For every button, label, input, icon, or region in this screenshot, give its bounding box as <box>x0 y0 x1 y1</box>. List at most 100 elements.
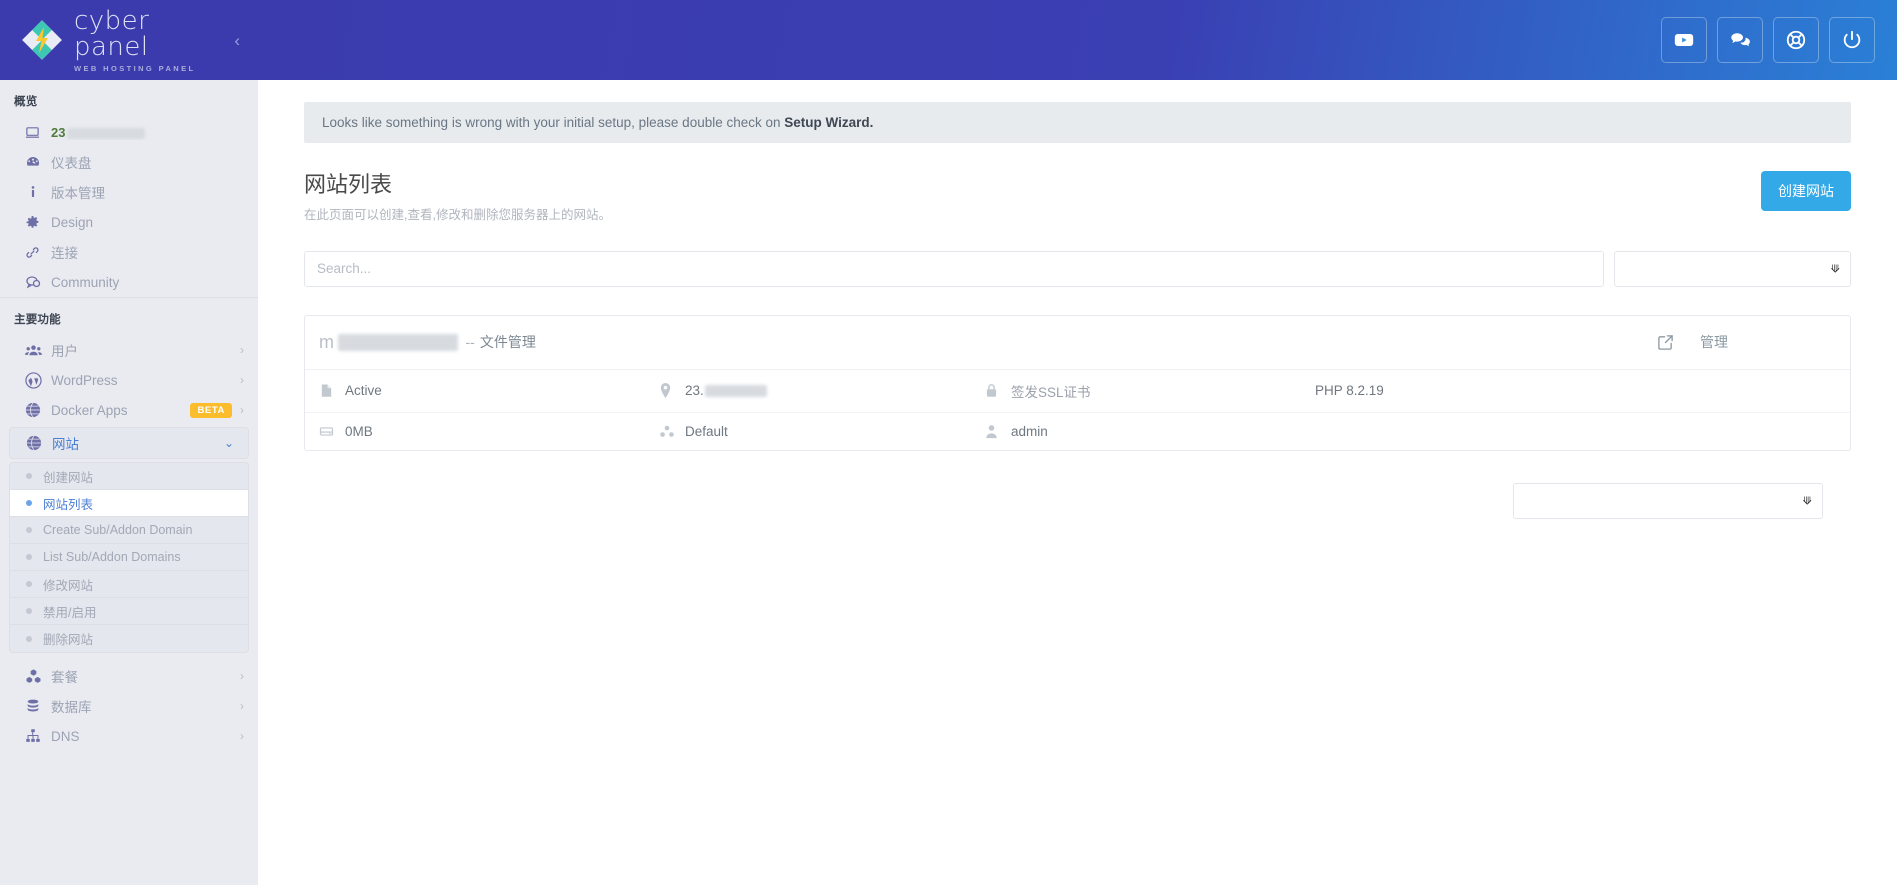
website-ip-cell: 23. <box>659 383 985 398</box>
sidebar-subitem-label: 修改网站 <box>43 575 93 594</box>
file-manager-link[interactable]: 文件管理 <box>480 332 536 352</box>
sidebar-item-label: DNS <box>51 729 240 744</box>
website-card-header: m -- 文件管理 管理 <box>305 316 1850 370</box>
website-disk-cell: 0MB <box>319 424 659 439</box>
sidebar-subitem-list-websites[interactable]: 网站列表 <box>10 490 248 517</box>
filter-row: ⟱ <box>304 251 1851 287</box>
sidebar-item-label: 版本管理 <box>51 182 244 202</box>
package-icon <box>659 424 685 439</box>
sidebar-item-label: 23 <box>51 125 244 140</box>
website-package-cell: Default <box>659 424 985 439</box>
sidebar-item-docker-apps[interactable]: Docker Apps BETA › <box>0 395 258 425</box>
setup-wizard-link[interactable]: Setup Wizard. <box>784 115 873 130</box>
link-icon <box>25 245 51 260</box>
sidebar-subitem-list-sub-addon-domains[interactable]: List Sub/Addon Domains <box>10 544 248 571</box>
wordpress-icon <box>25 372 51 389</box>
sidebar-subitem-suspend-unsuspend[interactable]: 禁用/启用 <box>10 598 248 625</box>
topbar-icon-group <box>1661 17 1875 63</box>
setup-wizard-alert: Looks like something is wrong with your … <box>304 102 1851 143</box>
sidebar-subitem-delete-website[interactable]: 删除网站 <box>10 625 248 652</box>
app-root: cyber panel WEB HOSTING PANEL ‹ 概览 23 仪表… <box>0 0 1897 885</box>
redacted-ip <box>705 385 767 397</box>
youtube-icon[interactable] <box>1661 17 1707 63</box>
sidebar-item-label: Docker Apps <box>51 403 190 418</box>
file-icon <box>319 383 345 398</box>
sidebar-item-community[interactable]: Community <box>0 267 258 297</box>
sidebar-item-connections[interactable]: 连接 <box>0 237 258 267</box>
sidebar-subitem-modify-website[interactable]: 修改网站 <box>10 571 248 598</box>
sidebar-item-wordpress[interactable]: WordPress › <box>0 365 258 395</box>
hdd-icon <box>319 424 345 439</box>
dashboard-icon <box>25 154 51 170</box>
search-input[interactable] <box>304 251 1604 287</box>
sidebar-subitem-create-sub-addon-domain[interactable]: Create Sub/Addon Domain <box>10 517 248 544</box>
website-actions: 管理 <box>1657 332 1828 352</box>
redacted-hostname <box>67 128 145 139</box>
sidebar-item-server-ip[interactable]: 23 <box>0 117 258 147</box>
lock-icon <box>985 383 1011 398</box>
globe-icon <box>26 435 52 451</box>
info-icon <box>25 184 51 200</box>
map-marker-icon <box>659 383 685 398</box>
website-ip-value: 23. <box>685 383 704 398</box>
sidebar-item-design[interactable]: Design <box>0 207 258 237</box>
website-ssl-value[interactable]: 签发SSL证书 <box>1011 381 1091 401</box>
bullet-icon <box>26 608 32 614</box>
sidebar-item-dashboard[interactable]: 仪表盘 <box>0 147 258 177</box>
chevron-right-icon: › <box>240 373 244 387</box>
page-title: 网站列表 <box>304 171 611 199</box>
sidebar-item-label: 仪表盘 <box>51 152 244 172</box>
cyberpanel-logo-icon <box>20 18 64 62</box>
brand-header: cyber panel WEB HOSTING PANEL ‹ <box>0 0 258 80</box>
users-icon <box>25 342 51 359</box>
chat-icon[interactable] <box>1717 17 1763 63</box>
chevron-left-icon[interactable]: ‹ <box>230 26 244 55</box>
external-link-icon[interactable] <box>1657 334 1674 351</box>
website-status-cell: Active <box>319 383 659 398</box>
brand-title: cyber panel <box>74 8 230 60</box>
power-icon[interactable] <box>1829 17 1875 63</box>
sidebar-item-label: 套餐 <box>51 666 240 686</box>
websites-submenu: 创建网站 网站列表 Create Sub/Addon Domain List S… <box>9 462 249 653</box>
sidebar-item-label: 数据库 <box>51 696 240 716</box>
sidebar-subitem-label: Create Sub/Addon Domain <box>43 523 192 537</box>
sidebar-item-label: 网站 <box>52 433 224 453</box>
pagination-select[interactable] <box>1513 483 1823 519</box>
beta-badge: BETA <box>190 403 232 418</box>
globe-icon <box>25 402 51 418</box>
chevron-right-icon: › <box>240 699 244 713</box>
website-owner-value: admin <box>1011 424 1048 439</box>
lifebuoy-icon[interactable] <box>1773 17 1819 63</box>
sidebar-item-label: Community <box>51 275 244 290</box>
page-header-text: 网站列表 在此页面可以创建,查看,修改和删除您服务器上的网站。 <box>304 171 611 223</box>
gear-icon <box>25 215 51 230</box>
sidebar-item-version-management[interactable]: 版本管理 <box>0 177 258 207</box>
sidebar-item-packages[interactable]: 套餐 › <box>0 661 258 691</box>
manage-link[interactable]: 管理 <box>1700 332 1728 352</box>
page-subtitle: 在此页面可以创建,查看,修改和删除您服务器上的网站。 <box>304 204 611 223</box>
chevron-right-icon: › <box>240 669 244 683</box>
brand-text: cyber panel WEB HOSTING PANEL <box>74 8 230 73</box>
content-area: Looks like something is wrong with your … <box>258 80 1897 885</box>
sidebar-item-users[interactable]: 用户 › <box>0 335 258 365</box>
sidebar: cyber panel WEB HOSTING PANEL ‹ 概览 23 仪表… <box>0 0 258 885</box>
domain-separator: -- <box>466 334 475 350</box>
domain-prefix: m <box>319 332 335 353</box>
create-website-button[interactable]: 创建网站 <box>1761 171 1851 211</box>
filter-select[interactable] <box>1614 251 1851 287</box>
bullet-icon <box>26 473 32 479</box>
bullet-icon <box>26 500 32 506</box>
redacted-domain <box>338 334 458 351</box>
chevron-right-icon: › <box>240 403 244 417</box>
sidebar-item-websites[interactable]: 网站 ⌄ <box>9 427 249 459</box>
sidebar-subitem-label: List Sub/Addon Domains <box>43 550 181 564</box>
packages-icon <box>25 668 51 685</box>
website-card: m -- 文件管理 管理 <box>304 315 1851 451</box>
sidebar-item-databases[interactable]: 数据库 › <box>0 691 258 721</box>
sidebar-item-dns[interactable]: DNS › <box>0 721 258 751</box>
topbar <box>258 0 1897 80</box>
sidebar-item-label: 用户 <box>51 340 240 360</box>
chevron-right-icon: › <box>240 729 244 743</box>
sidebar-subitem-create-website[interactable]: 创建网站 <box>10 463 248 490</box>
brand-subtitle: WEB HOSTING PANEL <box>74 64 230 73</box>
